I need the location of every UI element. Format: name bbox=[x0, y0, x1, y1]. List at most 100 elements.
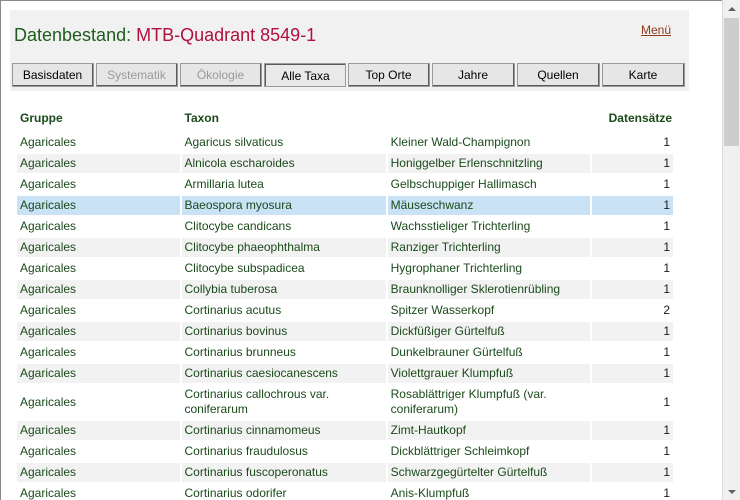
cell-datensaetze: 1 bbox=[592, 259, 675, 278]
table-row[interactable]: Agaricales Cortinarius brunneus Dunkelbrau… bbox=[17, 343, 675, 362]
cell-datensaetze: 1 bbox=[591, 322, 675, 341]
cell-gruppe: Agaricales bbox=[17, 385, 182, 419]
cell-gruppe: Agaricales bbox=[17, 133, 182, 152]
tab-systematik: Systematik bbox=[96, 63, 178, 87]
table-row[interactable]: Agaricales Cortinarius fraudulosus Dickblä… bbox=[17, 442, 675, 461]
cell-taxon: Alnicola escharoides bbox=[181, 154, 388, 173]
taxa-table: Gruppe Taxon Datensätze Agaricales Agaric… bbox=[17, 107, 675, 500]
arrow-up-icon bbox=[727, 6, 736, 11]
cell-deutsch: Dickblättriger Schleimkopf bbox=[388, 442, 592, 461]
cell-datensaetze: 1 bbox=[591, 463, 675, 482]
tab-top-orte[interactable]: Top Orte bbox=[348, 63, 430, 87]
table-row[interactable]: Agaricales Collybia tuberosa Braunknollige… bbox=[17, 280, 675, 299]
table-row[interactable]: Agaricales Cortinarius caesiocanescens Vio… bbox=[17, 364, 675, 383]
table-row[interactable]: Agaricales Cortinarius odorifer Anis-Klump… bbox=[17, 484, 675, 500]
cell-datensaetze: 1 bbox=[591, 364, 675, 383]
cell-taxon: Baeospora myosura bbox=[181, 196, 388, 215]
tab-bar: Basisdaten Systematik Ökologie Alle Taxa… bbox=[12, 63, 687, 87]
cell-gruppe: Agaricales bbox=[17, 301, 182, 320]
cell-deutsch: Mäuseschwanz bbox=[387, 196, 592, 215]
content-frame: Datenbestand: MTB-Quadrant 8549-1 Menü B… bbox=[0, 0, 722, 500]
table-header-row: Gruppe Taxon Datensätze bbox=[17, 109, 675, 131]
table-row[interactable]: Agaricales Cortinarius cinnamomeus Zimt-Ha… bbox=[17, 421, 675, 440]
cell-datensaetze: 2 bbox=[592, 301, 675, 320]
title-quadrant: MTB-Quadrant 8549-1 bbox=[136, 25, 317, 45]
cell-taxon: Clitocybe phaeophthalma bbox=[181, 238, 388, 257]
cell-datensaetze: 1 bbox=[592, 343, 675, 362]
cell-gruppe: Agaricales bbox=[17, 364, 182, 383]
taxa-table-container: Gruppe Taxon Datensätze Agaricales Agaric… bbox=[17, 107, 675, 500]
table-row[interactable]: Agaricales Cortinarius acutus Spitzer Wass… bbox=[17, 301, 675, 320]
cell-deutsch: Braunknolliger Sklerotienrübling bbox=[387, 280, 592, 299]
cell-deutsch: Rosablättriger Klumpfuß (var. coniferaru… bbox=[388, 385, 592, 419]
cell-deutsch: Hygrophaner Trichterling bbox=[388, 259, 592, 278]
page-header: Datenbestand: MTB-Quadrant 8549-1 Menü B… bbox=[10, 10, 689, 91]
header-datensaetze: Datensätze bbox=[608, 111, 672, 125]
cell-deutsch: Spitzer Wasserkopf bbox=[388, 301, 592, 320]
cell-gruppe: Agaricales bbox=[17, 484, 182, 500]
menu-link[interactable]: Menü bbox=[641, 23, 671, 37]
tab-quellen[interactable]: Quellen bbox=[517, 63, 600, 87]
cell-taxon: Cortinarius fraudulosus bbox=[182, 442, 388, 461]
scroll-up-button[interactable] bbox=[723, 0, 740, 17]
browser-viewport: Datenbestand: MTB-Quadrant 8549-1 Menü B… bbox=[0, 0, 740, 500]
arrow-down-icon bbox=[727, 489, 736, 494]
cell-deutsch: Ranziger Trichterling bbox=[387, 238, 592, 257]
cell-datensaetze: 1 bbox=[591, 280, 675, 299]
cell-taxon: Cortinarius cinnamomeus bbox=[181, 421, 388, 440]
cell-datensaetze: 1 bbox=[592, 442, 675, 461]
cell-deutsch: Honiggelber Erlenschnitzling bbox=[387, 154, 592, 173]
cell-taxon: Cortinarius callochrous var. coniferarum bbox=[182, 385, 388, 419]
scroll-down-button[interactable] bbox=[723, 483, 740, 500]
cell-datensaetze: 1 bbox=[591, 196, 675, 215]
cell-datensaetze: 1 bbox=[591, 238, 675, 257]
cell-datensaetze: 1 bbox=[592, 484, 675, 500]
table-row[interactable]: Agaricales Clitocybe phaeophthalma Ranzige… bbox=[17, 238, 675, 257]
table-row[interactable]: Agaricales Armillaria lutea Gelbschuppiger… bbox=[17, 175, 675, 194]
cell-gruppe: Agaricales bbox=[17, 343, 182, 362]
cell-datensaetze: 1 bbox=[592, 385, 675, 419]
table-row[interactable]: Agaricales Clitocybe candicans Wachsstieli… bbox=[17, 217, 675, 236]
scrollbar-thumb[interactable] bbox=[724, 18, 739, 146]
tab-basisdaten[interactable]: Basisdaten bbox=[12, 63, 94, 87]
cell-gruppe: Agaricales bbox=[17, 421, 182, 440]
header-deutsch bbox=[388, 109, 592, 131]
cell-taxon: Cortinarius bovinus bbox=[181, 322, 388, 341]
tab-karte[interactable]: Karte bbox=[602, 63, 685, 87]
cell-deutsch: Violettgrauer Klumpfuß bbox=[387, 364, 592, 383]
table-row[interactable]: Agaricales Baeospora myosura Mäuseschwanz 1 bbox=[17, 196, 675, 215]
table-row[interactable]: Agaricales Agaricus silvaticus Kleiner Wal… bbox=[17, 133, 675, 152]
cell-deutsch: Anis-Klumpfuß bbox=[388, 484, 592, 500]
cell-datensaetze: 1 bbox=[592, 133, 675, 152]
cell-datensaetze: 1 bbox=[591, 154, 675, 173]
cell-gruppe: Agaricales bbox=[17, 238, 182, 257]
cell-deutsch: Wachsstieliger Trichterling bbox=[388, 217, 592, 236]
cell-gruppe: Agaricales bbox=[17, 196, 182, 215]
cell-taxon: Agaricus silvaticus bbox=[182, 133, 388, 152]
tab-oekologie: Ökologie bbox=[180, 63, 262, 87]
cell-deutsch: Kleiner Wald-Champignon bbox=[388, 133, 592, 152]
table-row[interactable]: Agaricales Cortinarius callochrous var. c… bbox=[17, 385, 675, 419]
header-gruppe: Gruppe bbox=[20, 111, 63, 125]
tab-jahre[interactable]: Jahre bbox=[432, 63, 515, 87]
cell-taxon: Cortinarius caesiocanescens bbox=[181, 364, 388, 383]
title-prefix: Datenbestand: bbox=[14, 25, 132, 45]
table-row[interactable]: Agaricales Cortinarius bovinus Dickfüßiger… bbox=[17, 322, 675, 341]
table-row[interactable]: Agaricales Clitocybe subspadicea Hygrophan… bbox=[17, 259, 675, 278]
cell-deutsch: Schwarzgegürtelter Gürtelfuß bbox=[387, 463, 592, 482]
cell-taxon: Cortinarius fuscoperonatus bbox=[181, 463, 388, 482]
cell-datensaetze: 1 bbox=[592, 217, 675, 236]
cell-taxon: Armillaria lutea bbox=[182, 175, 388, 194]
cell-taxon: Clitocybe candicans bbox=[182, 217, 388, 236]
cell-deutsch: Dunkelbrauner Gürtelfuß bbox=[388, 343, 592, 362]
tab-alle-taxa[interactable]: Alle Taxa bbox=[264, 63, 346, 87]
page-title: Datenbestand: MTB-Quadrant 8549-1 bbox=[14, 25, 316, 46]
vertical-scrollbar[interactable] bbox=[722, 0, 740, 500]
cell-deutsch: Dickfüßiger Gürtelfuß bbox=[387, 322, 592, 341]
cell-gruppe: Agaricales bbox=[17, 322, 182, 341]
table-row[interactable]: Agaricales Alnicola escharoides Honiggelbe… bbox=[17, 154, 675, 173]
cell-datensaetze: 1 bbox=[592, 175, 675, 194]
cell-taxon: Clitocybe subspadicea bbox=[182, 259, 388, 278]
table-row[interactable]: Agaricales Cortinarius fuscoperonatus Schw… bbox=[17, 463, 675, 482]
cell-gruppe: Agaricales bbox=[17, 259, 182, 278]
